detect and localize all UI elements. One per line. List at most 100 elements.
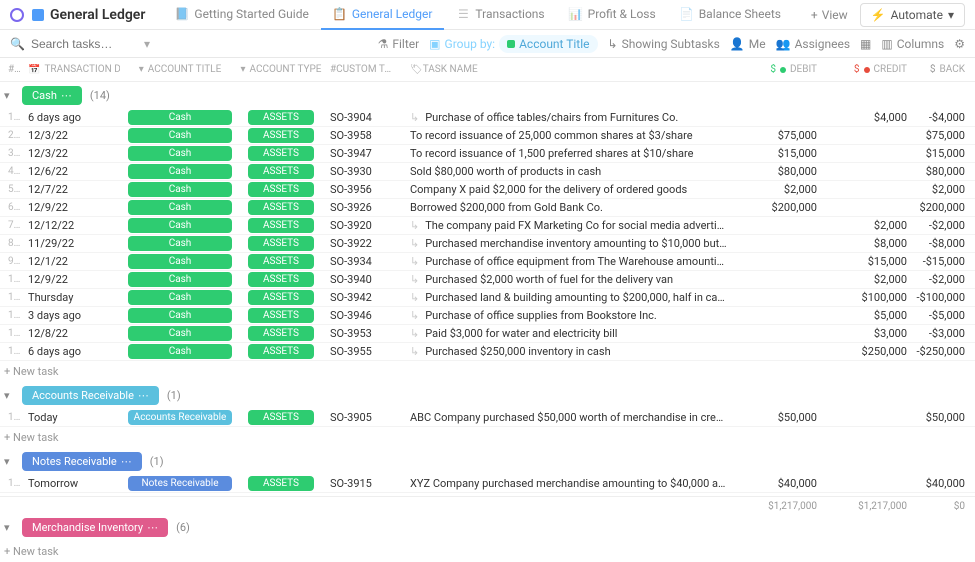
cell-debit[interactable]: $75,000	[735, 129, 825, 142]
cell-date[interactable]: Thursday	[20, 291, 120, 304]
table-row[interactable]: 811/29/22CashASSETSSO-3922↳Purchased mer…	[0, 235, 975, 253]
cell-back[interactable]: -$8,000	[915, 237, 975, 250]
cell-account-title[interactable]: Cash	[120, 146, 240, 161]
me-button[interactable]: 👤Me	[730, 37, 766, 51]
cell-account-type[interactable]: ASSETS	[240, 200, 322, 215]
cell-account-type[interactable]: ASSETS	[240, 164, 322, 179]
cell-credit[interactable]: $100,000	[825, 291, 915, 304]
caret-down-icon[interactable]: ▾	[4, 389, 14, 402]
cell-back[interactable]: $50,000	[915, 411, 975, 424]
cell-date[interactable]: 12/12/22	[20, 219, 120, 232]
group-pill[interactable]: Cash ⋯	[22, 86, 82, 105]
cell-date[interactable]: 12/6/22	[20, 165, 120, 178]
table-row[interactable]: 1TomorrowNotes ReceivableASSETSSO-3915XY…	[0, 475, 975, 493]
cell-task-id[interactable]: SO-3905	[322, 411, 402, 424]
cell-task-name[interactable]: ↳Purchased $2,000 worth of fuel for the …	[402, 273, 735, 286]
cell-task-id[interactable]: SO-3930	[322, 165, 402, 178]
cell-task-id[interactable]: SO-3904	[322, 111, 402, 124]
cell-account-title[interactable]: Cash	[120, 164, 240, 179]
cell-date[interactable]: Tomorrow	[20, 477, 120, 490]
table-row[interactable]: 1TodayAccounts ReceivableASSETSSO-3905AB…	[0, 409, 975, 427]
group-header[interactable]: ▾Merchandise Inventory ⋯(6)	[0, 514, 975, 541]
cell-task-id[interactable]: SO-3922	[322, 237, 402, 250]
cell-back[interactable]: -$5,000	[915, 309, 975, 322]
cell-account-type[interactable]: ASSETS	[240, 410, 322, 425]
cell-task-name[interactable]: ↳Paid $3,000 for water and electricity b…	[402, 327, 735, 340]
cell-task-id[interactable]: SO-3940	[322, 273, 402, 286]
table-row[interactable]: 123 days agoCashASSETSSO-3946↳Purchase o…	[0, 307, 975, 325]
cell-date[interactable]: 6 days ago	[20, 345, 120, 358]
col-hdr-task-name[interactable]: 🏷TASK NAME	[402, 64, 735, 75]
tab-transactions[interactable]: ☰Transactions	[444, 0, 556, 30]
caret-down-icon[interactable]: ▾	[4, 455, 14, 468]
cell-task-id[interactable]: SO-3926	[322, 201, 402, 214]
cell-task-name[interactable]: Borrowed $200,000 from Gold Bank Co.	[402, 201, 735, 214]
cell-date[interactable]: 12/3/22	[20, 129, 120, 142]
table-row[interactable]: 412/6/22CashASSETSSO-3930Sold $80,000 wo…	[0, 163, 975, 181]
cell-task-name[interactable]: ↳Purchased land & building amounting to …	[402, 291, 735, 304]
cell-task-name[interactable]: Sold $80,000 worth of products in cash	[402, 165, 735, 178]
group-pill[interactable]: Notes Receivable ⋯	[22, 452, 142, 471]
group-header[interactable]: ▾Notes Receivable ⋯(1)	[0, 448, 975, 475]
cell-credit[interactable]: $8,000	[825, 237, 915, 250]
cell-credit[interactable]: $2,000	[825, 219, 915, 232]
col-hdr-date[interactable]: 📅TRANSACTION DATE	[20, 64, 120, 75]
cell-account-type[interactable]: ASSETS	[240, 290, 322, 305]
cell-task-id[interactable]: SO-3953	[322, 327, 402, 340]
search-input[interactable]	[31, 37, 131, 51]
cell-back[interactable]: -$2,000	[915, 219, 975, 232]
cell-back[interactable]: $200,000	[915, 201, 975, 214]
table-row[interactable]: 1012/9/22CashASSETSSO-3940↳Purchased $2,…	[0, 271, 975, 289]
automate-button[interactable]: ⚡Automate▾	[860, 3, 965, 27]
cell-account-type[interactable]: ASSETS	[240, 128, 322, 143]
cell-account-title[interactable]: Cash	[120, 236, 240, 251]
cell-task-id[interactable]: SO-3947	[322, 147, 402, 160]
cell-account-type[interactable]: ASSETS	[240, 254, 322, 269]
cell-back[interactable]: $80,000	[915, 165, 975, 178]
cell-task-id[interactable]: SO-3946	[322, 309, 402, 322]
tab-general-ledger[interactable]: 📋General Ledger	[321, 0, 445, 30]
subtasks-button[interactable]: ↳Showing Subtasks	[608, 37, 720, 51]
cell-task-name[interactable]: ↳Purchased $250,000 inventory in cash	[402, 345, 735, 358]
cell-account-type[interactable]: ASSETS	[240, 110, 322, 125]
cell-back[interactable]: -$250,000	[915, 345, 975, 358]
cell-task-id[interactable]: SO-3942	[322, 291, 402, 304]
cell-account-title[interactable]: Accounts Receivable	[120, 410, 240, 425]
new-task-button[interactable]: + New task	[0, 361, 975, 382]
layout-button[interactable]: ▦	[860, 37, 871, 51]
cell-task-name[interactable]: ↳Purchased merchandise inventory amounti…	[402, 237, 735, 250]
table-row[interactable]: 512/7/22CashASSETSSO-3956Company X paid …	[0, 181, 975, 199]
cell-account-title[interactable]: Cash	[120, 182, 240, 197]
cell-task-id[interactable]: SO-3920	[322, 219, 402, 232]
cell-task-name[interactable]: ↳Purchase of office tables/chairs from F…	[402, 111, 735, 124]
cell-back[interactable]: -$4,000	[915, 111, 975, 124]
filter-button[interactable]: ⚗Filter	[378, 37, 420, 51]
cell-account-type[interactable]: ASSETS	[240, 476, 322, 491]
cell-account-type[interactable]: ASSETS	[240, 182, 322, 197]
cell-task-name[interactable]: To record issuance of 1,500 preferred sh…	[402, 147, 735, 160]
cell-task-id[interactable]: SO-3915	[322, 477, 402, 490]
cell-back[interactable]: $75,000	[915, 129, 975, 142]
cell-task-name[interactable]: To record issuance of 25,000 common shar…	[402, 129, 735, 142]
table-row[interactable]: 712/12/22CashASSETSSO-3920↳The company p…	[0, 217, 975, 235]
cell-account-type[interactable]: ASSETS	[240, 344, 322, 359]
cell-date[interactable]: 12/3/22	[20, 147, 120, 160]
cell-date[interactable]: 12/7/22	[20, 183, 120, 196]
cell-account-title[interactable]: Notes Receivable	[120, 476, 240, 491]
cell-task-id[interactable]: SO-3955	[322, 345, 402, 358]
cell-account-title[interactable]: Cash	[120, 326, 240, 341]
cell-task-id[interactable]: SO-3934	[322, 255, 402, 268]
cell-account-type[interactable]: ASSETS	[240, 146, 322, 161]
cell-account-title[interactable]: Cash	[120, 110, 240, 125]
table-row[interactable]: 16 days agoCashASSETSSO-3904↳Purchase of…	[0, 109, 975, 127]
cell-task-id[interactable]: SO-3958	[322, 129, 402, 142]
col-hdr-task-id[interactable]: #CUSTOM TASK ID	[322, 64, 402, 75]
col-hdr-account-type[interactable]: ▾ACCOUNT TYPE	[240, 64, 322, 75]
col-hdr-num[interactable]: #	[0, 64, 20, 75]
chevron-down-icon[interactable]: ▾	[144, 37, 150, 51]
cell-credit[interactable]: $15,000	[825, 255, 915, 268]
tab-getting-started-guide[interactable]: 📘Getting Started Guide	[163, 0, 320, 30]
cell-back[interactable]: -$3,000	[915, 327, 975, 340]
add-view-button[interactable]: +View	[799, 1, 860, 29]
cell-task-name[interactable]: ABC Company purchased $50,000 worth of m…	[402, 411, 735, 424]
